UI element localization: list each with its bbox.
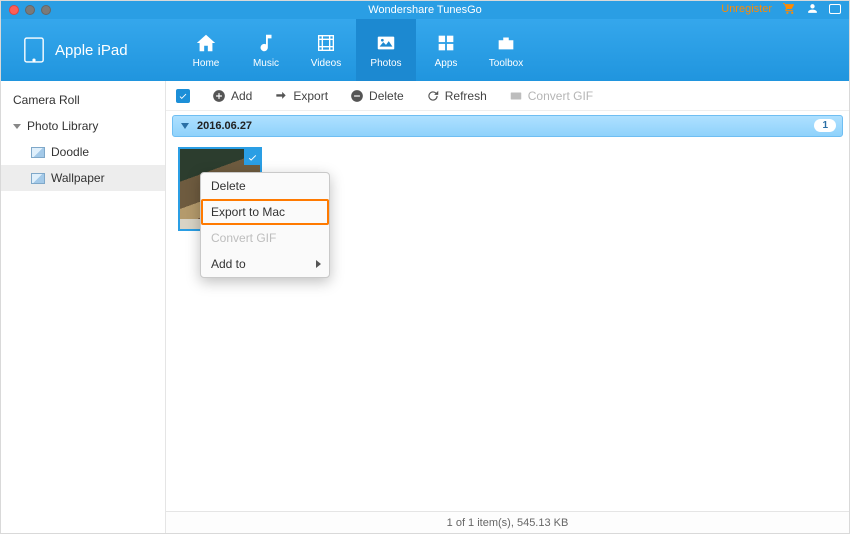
check-icon — [178, 91, 188, 101]
context-export-label: Export to Mac — [211, 205, 285, 219]
add-label: Add — [231, 89, 252, 103]
sidebar-item-doodle[interactable]: Doodle — [1, 139, 165, 165]
date-group-header[interactable]: 2016.06.27 1 — [172, 115, 843, 137]
convert-gif-label: Convert GIF — [528, 89, 593, 103]
app-window: Wondershare TunesGo Unregister Apple iPa… — [0, 0, 850, 534]
export-icon — [274, 89, 288, 103]
export-button[interactable]: Export — [274, 89, 328, 103]
export-label: Export — [293, 89, 328, 103]
ipad-icon — [23, 36, 45, 64]
sidebar-item-wallpaper[interactable]: Wallpaper — [1, 165, 165, 191]
convert-gif-button[interactable]: Convert GIF — [509, 89, 593, 103]
nav-home[interactable]: Home — [176, 19, 236, 81]
nav-photos[interactable]: Photos — [356, 19, 416, 81]
status-bar: 1 of 1 item(s), 545.13 KB — [166, 511, 849, 533]
sidebar-item-label: Doodle — [51, 145, 89, 159]
title-bar: Wondershare TunesGo Unregister — [1, 1, 849, 19]
context-add-to-label: Add to — [211, 257, 246, 271]
submenu-arrow-icon — [316, 260, 321, 268]
content: Add Export Delete Refresh Convert GIF — [166, 81, 849, 533]
refresh-button[interactable]: Refresh — [426, 89, 487, 103]
refresh-label: Refresh — [445, 89, 487, 103]
nav-toolbox[interactable]: Toolbox — [476, 19, 536, 81]
sidebar-camera-roll-label: Camera Roll — [13, 93, 80, 107]
context-convert-gif: Convert GIF — [201, 225, 329, 251]
date-group-label: 2016.06.27 — [197, 120, 252, 132]
user-icon[interactable] — [806, 2, 819, 15]
unregister-link[interactable]: Unregister — [721, 3, 772, 15]
delete-button[interactable]: Delete — [350, 89, 404, 103]
nav-music-label: Music — [253, 58, 279, 69]
add-button[interactable]: Add — [212, 89, 252, 103]
toolbox-icon — [494, 32, 518, 54]
select-all-checkbox[interactable] — [176, 89, 190, 103]
nav-music[interactable]: Music — [236, 19, 296, 81]
device-selector[interactable]: Apple iPad — [1, 19, 176, 81]
context-convert-gif-label: Convert GIF — [211, 231, 276, 245]
group-count-badge: 1 — [814, 119, 836, 132]
album-icon — [31, 147, 45, 158]
collapse-triangle-icon — [181, 123, 189, 129]
music-icon — [254, 32, 278, 54]
sidebar-camera-roll[interactable]: Camera Roll — [1, 87, 165, 113]
minus-circle-icon — [350, 89, 364, 103]
nav-photos-label: Photos — [370, 58, 401, 69]
home-icon — [194, 32, 218, 54]
sidebar-photo-library-label: Photo Library — [27, 119, 98, 133]
plus-circle-icon — [212, 89, 226, 103]
context-export-to-mac[interactable]: Export to Mac — [201, 199, 329, 225]
title-right: Unregister — [721, 2, 841, 15]
delete-label: Delete — [369, 89, 404, 103]
photos-icon — [374, 32, 398, 54]
nav-toolbox-label: Toolbox — [489, 58, 523, 69]
disclosure-triangle-icon — [13, 124, 21, 129]
context-menu: Delete Export to Mac Convert GIF Add to — [200, 172, 330, 278]
gif-icon — [509, 89, 523, 103]
context-delete-label: Delete — [211, 179, 246, 193]
refresh-icon — [426, 89, 440, 103]
device-name: Apple iPad — [55, 42, 128, 59]
toolbar: Add Export Delete Refresh Convert GIF — [166, 81, 849, 111]
context-add-to[interactable]: Add to — [201, 251, 329, 277]
feedback-icon[interactable] — [829, 4, 841, 14]
main-nav: Apple iPad Home Music Videos Photos Apps… — [1, 19, 849, 81]
cart-icon[interactable] — [782, 2, 796, 15]
sidebar: Camera Roll Photo Library Doodle Wallpap… — [1, 81, 166, 533]
nav-videos[interactable]: Videos — [296, 19, 356, 81]
context-delete[interactable]: Delete — [201, 173, 329, 199]
sidebar-photo-library[interactable]: Photo Library — [1, 113, 165, 139]
check-icon — [247, 152, 258, 163]
nav-home-label: Home — [193, 58, 220, 69]
videos-icon — [314, 32, 338, 54]
thumbnail-checkbox[interactable] — [244, 149, 260, 165]
body: Camera Roll Photo Library Doodle Wallpap… — [1, 81, 849, 533]
nav-apps-label: Apps — [435, 58, 458, 69]
nav-videos-label: Videos — [311, 58, 341, 69]
album-icon — [31, 173, 45, 184]
sidebar-item-label: Wallpaper — [51, 171, 105, 185]
apps-icon — [434, 32, 458, 54]
nav-apps[interactable]: Apps — [416, 19, 476, 81]
